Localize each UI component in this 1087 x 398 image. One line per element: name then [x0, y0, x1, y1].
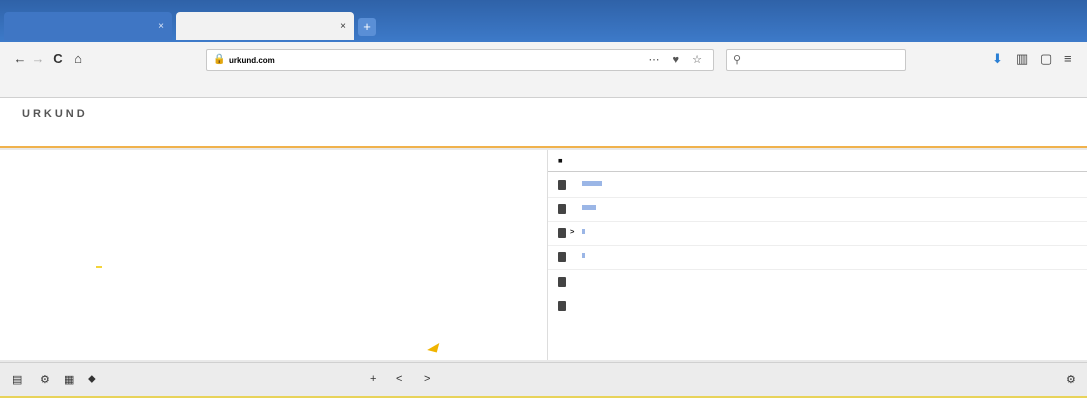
info-row [0, 170, 88, 182]
source-table-header: ■ [548, 150, 1087, 172]
info-row [0, 152, 88, 164]
urkund-logo: URKUND [22, 108, 88, 120]
document-info-panel [0, 150, 548, 360]
document-icon [558, 180, 566, 190]
address-bar-icons[interactable]: ⋯ ♥ ☆ [648, 53, 707, 66]
browser-tab-strip: × × + [0, 0, 1087, 42]
similarity-notice [96, 266, 106, 268]
menu-icon[interactable]: ≡ [1064, 51, 1072, 66]
source-row[interactable]: > [548, 222, 1087, 246]
category-bar [582, 253, 585, 258]
alternative-sources-section[interactable] [548, 272, 1087, 294]
close-icon[interactable]: × [158, 21, 164, 32]
percent-badge [96, 266, 102, 268]
document-icon [558, 301, 566, 311]
document-icon[interactable]: ▤ [12, 373, 22, 386]
sort-icon[interactable]: ■ [558, 156, 563, 165]
info-row [0, 240, 88, 252]
search-icon: ⚲ [733, 54, 742, 66]
forward-icon[interactable]: → [30, 51, 46, 67]
document-icon [558, 204, 566, 214]
category-bar [582, 229, 585, 234]
lock-icon: 🔒 [213, 54, 226, 65]
bottom-toolbar: ▤ ⚙ ▦ ⬥ + < > ⚙ [0, 362, 1087, 398]
back-icon[interactable]: ← [12, 51, 28, 67]
info-row [0, 217, 88, 229]
nav-next-button[interactable]: > [424, 373, 430, 385]
tab-inactive[interactable]: × [4, 12, 172, 40]
nav-prev-button[interactable]: < [396, 373, 402, 385]
address-bar[interactable]: 🔒 urkund.com ⋯ ♥ ☆ [206, 49, 714, 71]
tag-icon[interactable]: ⬥ [88, 373, 96, 386]
bookmarks-bar [0, 78, 1087, 98]
sidebar-icon[interactable]: ▢ [1040, 51, 1052, 67]
tab-active[interactable]: × [176, 12, 354, 40]
navigation-bar: ← → C ⌂ 🔒 urkund.com ⋯ ♥ ☆ ⚲ ⬇ ▥ ▢ ≡ [0, 42, 1087, 78]
category-bar [582, 205, 596, 210]
close-icon[interactable]: × [340, 21, 346, 32]
report-content: ■ > [0, 150, 1087, 360]
library-icon[interactable]: ▥ [1016, 51, 1028, 67]
document-icon [558, 252, 566, 262]
document-icon [558, 228, 566, 238]
new-tab-button[interactable]: + [358, 18, 376, 36]
help-icon[interactable]: ⚙ [1066, 373, 1076, 386]
source-list-panel: ■ > [548, 150, 1087, 360]
settings-icon[interactable]: ⚙ [40, 373, 50, 386]
source-row[interactable] [548, 246, 1087, 270]
download-icon[interactable]: ⬇ [992, 51, 1003, 67]
nav-up-button[interactable]: + [370, 373, 376, 385]
home-icon[interactable]: ⌂ [70, 51, 86, 67]
source-row[interactable] [548, 198, 1087, 222]
urkund-tabs [554, 130, 574, 139]
unused-sources-section[interactable] [548, 296, 1087, 318]
chevron-right-icon[interactable]: > [570, 227, 574, 236]
grid-icon[interactable]: ▦ [64, 373, 74, 386]
info-row [0, 195, 88, 207]
search-input[interactable]: ⚲ [726, 49, 906, 71]
urkund-header: URKUND [0, 98, 1087, 148]
source-row[interactable] [548, 174, 1087, 198]
reload-icon[interactable]: C [50, 51, 66, 67]
url-domain: urkund.com [229, 55, 275, 65]
category-bar [582, 181, 602, 186]
document-icon [558, 277, 566, 287]
